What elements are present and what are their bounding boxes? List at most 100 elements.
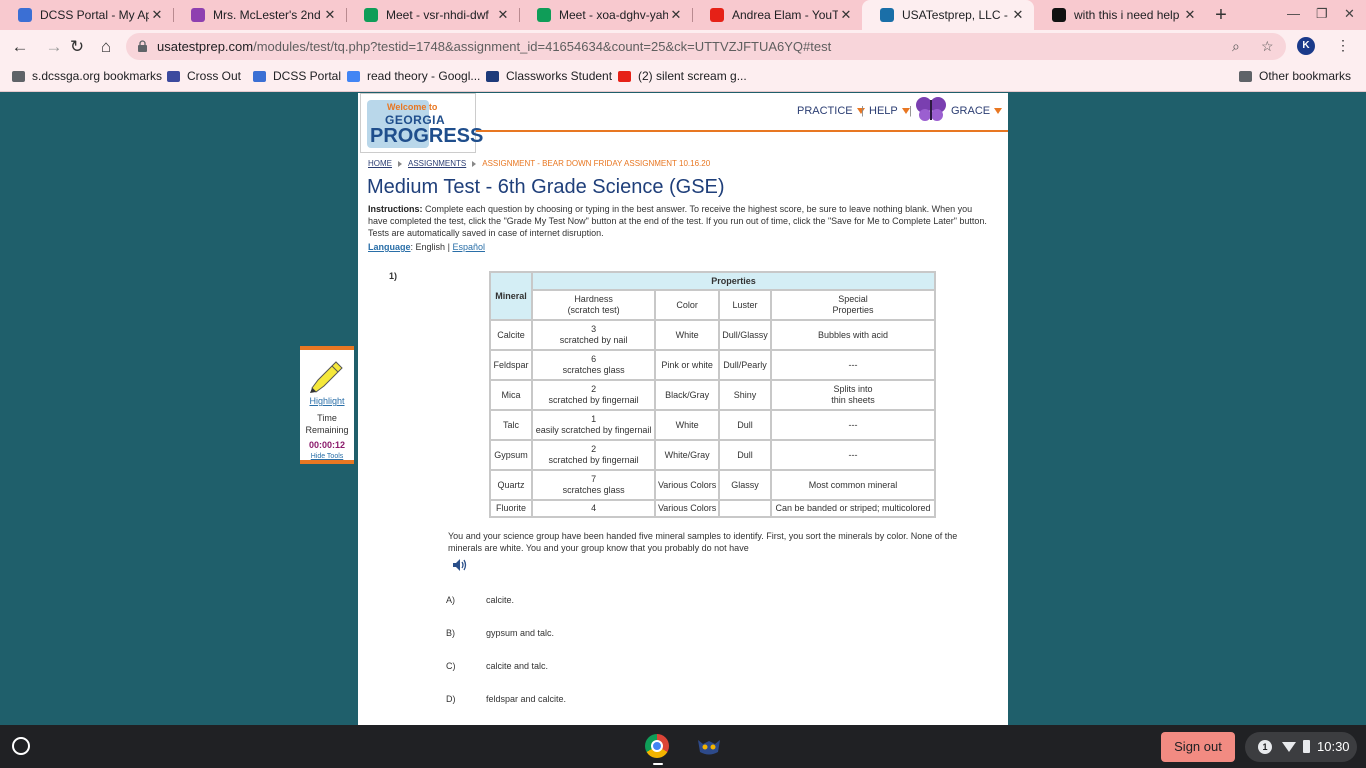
tab-separator	[692, 8, 693, 22]
url-text[interactable]: usatestprep.com/modules/test/tq.php?test…	[157, 39, 831, 54]
color-cell: Pink or white	[654, 349, 721, 381]
other-bookmarks[interactable]: Other bookmarks	[1239, 69, 1351, 83]
language-label[interactable]: Language	[368, 242, 411, 252]
owl-icon	[167, 70, 180, 82]
close-icon[interactable]: ✕	[1182, 7, 1198, 23]
bookmark-item[interactable]: (2) silent scream g...	[618, 69, 747, 83]
mineral-properties-table: Mineral Properties Hardness (scratch test…	[489, 271, 937, 518]
answer-choice[interactable]: D) feldspar and calcite.	[446, 694, 746, 708]
answer-choice[interactable]: A) calcite.	[446, 595, 746, 609]
nav-separator: |	[909, 105, 912, 117]
choice-text: calcite and talc.	[486, 661, 549, 671]
browser-tab[interactable]: Mrs. McLester's 2nd Pe✕	[173, 0, 346, 30]
bookmark-item[interactable]: s.dcssga.org bookmarks	[12, 69, 162, 83]
close-icon[interactable]: ✕	[1010, 7, 1026, 23]
status-tray[interactable]: 1 10:30	[1245, 732, 1357, 762]
new-tab-plus-icon[interactable]: +	[1210, 4, 1232, 26]
logo-welcome: Welcome to	[387, 102, 438, 112]
window-close-icon[interactable]: ✕	[1344, 6, 1355, 22]
mineral-name-cell: Talc	[489, 409, 533, 441]
answer-choice[interactable]: B) gypsum and talc.	[446, 628, 746, 642]
close-icon[interactable]: ✕	[149, 7, 165, 23]
bookmark-item[interactable]: Cross Out	[167, 69, 241, 83]
clock: 10:30	[1317, 739, 1350, 754]
tab-title: Meet - xoa-dghv-yah	[559, 8, 668, 22]
special-properties-cell: ---	[770, 349, 936, 381]
nav-user-grace[interactable]: GRACE	[951, 105, 1003, 117]
browser-tab[interactable]: with this i need help - B✕	[1034, 0, 1206, 30]
close-icon[interactable]: ✕	[838, 7, 854, 23]
google-icon	[347, 70, 360, 82]
tab-title: Meet - vsr-nhdi-dwf	[386, 8, 489, 22]
test-page: Welcome to GEORGIA PROGRESS PRACTICE | H…	[358, 93, 1008, 725]
bookmark-label: s.dcssga.org bookmarks	[32, 69, 163, 83]
tab-title: DCSS Portal - My Apps	[40, 8, 149, 22]
hardness-cell: 7 scratches glass	[530, 469, 657, 501]
breadcrumb-assignments[interactable]: ASSIGNMENTS	[408, 159, 466, 168]
mineral-name-cell: Calcite	[489, 319, 533, 351]
language-english: English	[415, 242, 446, 252]
sign-out-button[interactable]: Sign out	[1161, 732, 1235, 762]
close-icon[interactable]: ✕	[322, 7, 338, 23]
color-cell: White/Gray	[654, 439, 721, 471]
reload-icon[interactable]: ↻	[67, 37, 87, 57]
classworks-icon	[486, 70, 499, 82]
breadcrumb-home[interactable]: HOME	[368, 159, 392, 168]
mineral-name-cell: Gypsum	[489, 439, 533, 471]
highlight-link[interactable]: Highlight	[300, 396, 354, 406]
notification-count[interactable]: 1	[1258, 740, 1272, 754]
browser-tab[interactable]: USATestprep, LLC - Onli✕	[862, 0, 1034, 30]
nav-practice[interactable]: PRACTICE	[797, 105, 865, 117]
browser-tab[interactable]: Meet - xoa-dghv-yah ✕	[519, 0, 692, 30]
luster-cell: Dull/Glassy	[718, 319, 772, 351]
mineral-header: Mineral	[489, 271, 533, 321]
instructions-label: Instructions:	[368, 204, 423, 214]
butterfly-avatar-icon[interactable]	[915, 96, 947, 122]
folder-icon	[1239, 70, 1252, 82]
back-arrow-icon[interactable]: ←	[10, 37, 30, 57]
wifi-icon	[1282, 742, 1296, 752]
bookmark-item[interactable]: Classworks Student	[486, 69, 612, 83]
table-row: Calcite 3 scratched by nail White Dull/Glass…	[489, 319, 936, 351]
browser-tab[interactable]: Andrea Elam - YouTub✕	[692, 0, 862, 30]
browser-tab[interactable]: Meet - vsr-nhdi-dwf ✕	[346, 0, 519, 30]
tab-title: USATestprep, LLC - Onli	[902, 8, 1010, 22]
highlighter-icon[interactable]	[308, 358, 346, 394]
minimize-icon[interactable]: —	[1287, 6, 1300, 21]
speaker-icon[interactable]	[453, 559, 467, 571]
countdown-timer: 00:00:12	[308, 440, 346, 450]
bookmark-item[interactable]: read theory - Googl...	[347, 69, 480, 83]
breadcrumb-arrow-icon	[398, 160, 402, 167]
maximize-icon[interactable]: ❐	[1316, 6, 1328, 22]
menu-icon[interactable]: ⋮	[1336, 37, 1350, 54]
close-icon[interactable]: ✕	[668, 7, 684, 23]
logo-progress: PROGRESS	[370, 125, 484, 147]
georgia-progress-logo[interactable]: Welcome to GEORGIA PROGRESS	[360, 93, 483, 153]
owl-app-icon[interactable]	[696, 736, 722, 756]
nav-separator: |	[861, 105, 864, 117]
zoom-icon[interactable]: ⌕	[1232, 38, 1240, 55]
address-bar[interactable]: usatestprep.com/modules/test/tq.php?test…	[126, 33, 1286, 60]
nav-help[interactable]: HELP	[869, 105, 910, 117]
star-icon	[253, 70, 266, 82]
hide-tools-link[interactable]: Hide Tools	[300, 453, 354, 460]
launcher-icon[interactable]	[12, 737, 30, 755]
bookmark-item[interactable]: DCSS Portal	[253, 69, 341, 83]
browser-tab[interactable]: DCSS Portal - My Apps✕	[0, 0, 173, 30]
profile-avatar[interactable]: K	[1297, 37, 1315, 55]
home-icon[interactable]: ⌂	[96, 37, 116, 57]
special-properties-cell: ---	[770, 439, 936, 471]
chrome-app-icon[interactable]	[645, 734, 669, 758]
choice-letter: C)	[446, 661, 456, 671]
answer-choice[interactable]: C) calcite and talc.	[446, 661, 746, 675]
close-icon[interactable]: ✕	[495, 7, 511, 23]
youtube-icon	[710, 8, 724, 22]
choice-letter: A)	[446, 595, 455, 605]
color-cell: Various Colors	[654, 469, 721, 501]
bookmark-star-icon[interactable]: ☆	[1261, 38, 1274, 55]
page-title: Medium Test - 6th Grade Science (GSE)	[367, 176, 725, 198]
forward-arrow-icon[interactable]: →	[44, 37, 64, 57]
folder-icon	[12, 70, 25, 82]
cursor-icon	[880, 8, 894, 22]
language-espanol[interactable]: Español	[452, 242, 485, 252]
